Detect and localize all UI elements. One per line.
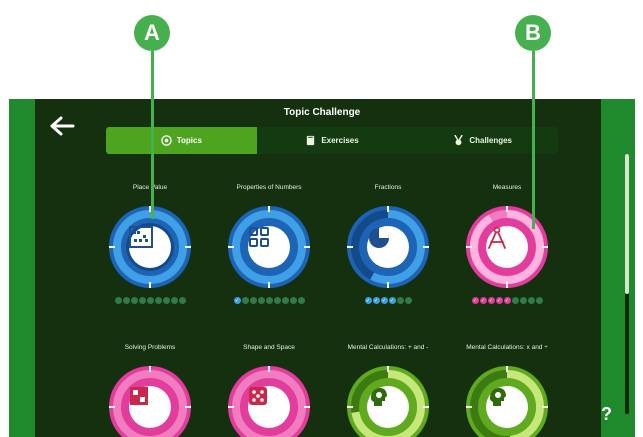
progress-dot	[273, 297, 281, 304]
compass-icon	[488, 226, 506, 249]
topic-icon-circle	[367, 226, 409, 268]
progress-dots	[95, 297, 205, 305]
progress-dot	[249, 297, 257, 304]
topic-icon-circle	[367, 386, 409, 428]
dice-icon	[249, 387, 267, 405]
topic-mental-calculations-add-subtract[interactable]: Mental Calculations: + and -	[333, 344, 443, 437]
back-button[interactable]	[49, 115, 79, 139]
progress-dot	[122, 297, 130, 304]
progress-dot	[146, 297, 154, 304]
progress-dot	[178, 297, 186, 304]
progress-dot	[519, 297, 527, 304]
tab-bar: Topics Exercises Challenges	[106, 127, 558, 154]
page-title: Topic Challenge	[283, 107, 361, 118]
progress-dots: ✓ ✓ ✓ ✓ ✓	[452, 297, 562, 305]
progress-dot-complete: ✓	[364, 297, 372, 304]
callout-a-line	[151, 51, 154, 219]
topic-icon-circle	[486, 226, 528, 268]
progress-dot	[162, 297, 170, 304]
callout-a: A	[134, 15, 170, 51]
topic-icon-circle	[248, 386, 290, 428]
progress-dot	[170, 297, 178, 304]
abacus-icon	[129, 226, 153, 248]
progress-dot-complete: ✓	[471, 297, 479, 304]
topic-name: Mental Calculations: x and ÷	[466, 344, 548, 351]
topic-ring	[343, 202, 433, 292]
progress-dot	[130, 297, 138, 304]
progress-dot	[241, 297, 249, 304]
callout-b: B	[515, 15, 551, 51]
topic-name: Solving Problems	[124, 344, 176, 351]
tab-topics[interactable]: Topics	[106, 127, 257, 154]
app-window: Topic Challenge Topics Exercises Challen…	[9, 99, 635, 437]
topic-name: Mental Calculations: + and -	[347, 344, 429, 351]
pie-icon	[369, 228, 389, 248]
target-icon	[161, 135, 172, 146]
topic-ring	[224, 202, 314, 292]
progress-dot	[511, 297, 519, 304]
progress-dot-complete: ✓	[479, 297, 487, 304]
scrollbar-thumb[interactable]	[625, 154, 629, 294]
head-icon	[371, 388, 387, 406]
topic-name: Measures	[492, 184, 522, 191]
progress-dot	[154, 297, 162, 304]
topic-name: Place Value	[132, 184, 168, 191]
progress-dot-complete: ✓	[380, 297, 388, 304]
topic-name: Properties of Numbers	[236, 184, 302, 191]
topic-solving-problems[interactable]: Solving Problems	[95, 344, 205, 437]
topic-ring	[462, 202, 552, 292]
scrollbar[interactable]	[625, 154, 629, 414]
puzzle-icon	[130, 387, 148, 405]
progress-dot-complete: ✓	[503, 297, 511, 304]
tab-challenges-label: Challenges	[469, 136, 513, 145]
progress-dot	[257, 297, 265, 304]
progress-dot	[535, 297, 543, 304]
topic-properties-of-numbers[interactable]: Properties of Numbers ✓	[214, 184, 324, 305]
topic-name: Fractions	[374, 184, 402, 191]
progress-dot-complete: ✓	[495, 297, 503, 304]
grid-icon	[249, 227, 269, 247]
topic-measures[interactable]: Measures ✓ ✓ ✓ ✓ ✓	[452, 184, 562, 305]
topic-ring	[224, 362, 314, 437]
callout-b-line	[532, 51, 535, 229]
progress-dot	[114, 297, 122, 304]
head-icon	[490, 388, 506, 406]
progress-dots: ✓ ✓ ✓ ✓	[333, 297, 443, 305]
progress-dot	[138, 297, 146, 304]
topic-fractions[interactable]: Fractions ✓ ✓ ✓ ✓	[333, 184, 443, 305]
progress-dot	[396, 297, 404, 304]
topic-icon-circle	[486, 386, 528, 428]
arrow-left-icon	[50, 116, 75, 136]
topic-ring	[105, 362, 195, 437]
topic-icon-circle	[129, 226, 171, 268]
help-button[interactable]: ?	[601, 404, 612, 425]
topic-ring	[105, 202, 195, 292]
progress-dots: ✓	[214, 297, 324, 305]
medal-icon	[454, 135, 464, 146]
progress-dot-complete: ✓	[233, 297, 241, 304]
tab-challenges[interactable]: Challenges	[407, 127, 558, 154]
topic-shape-and-space[interactable]: Shape and Space	[214, 344, 324, 437]
progress-dot-complete: ✓	[487, 297, 495, 304]
progress-dot	[281, 297, 289, 304]
tab-exercises-label: Exercises	[321, 136, 359, 145]
topic-mental-calculations-multiply-divide[interactable]: Mental Calculations: x and ÷	[452, 344, 562, 437]
progress-dot	[527, 297, 535, 304]
book-icon	[307, 135, 315, 146]
topic-icon-circle	[129, 386, 171, 428]
tab-exercises[interactable]: Exercises	[257, 127, 408, 154]
progress-dot	[265, 297, 273, 304]
progress-dot-complete: ✓	[388, 297, 396, 304]
topic-ring	[462, 362, 552, 437]
progress-dot-complete: ✓	[372, 297, 380, 304]
progress-dot	[404, 297, 412, 304]
progress-dot	[297, 297, 305, 304]
tab-topics-label: Topics	[176, 136, 202, 145]
topic-place-value[interactable]: Place Value	[95, 184, 205, 305]
progress-dot	[289, 297, 297, 304]
topic-icon-circle	[248, 226, 290, 268]
topic-ring	[343, 362, 433, 437]
topic-name: Shape and Space	[243, 344, 295, 351]
